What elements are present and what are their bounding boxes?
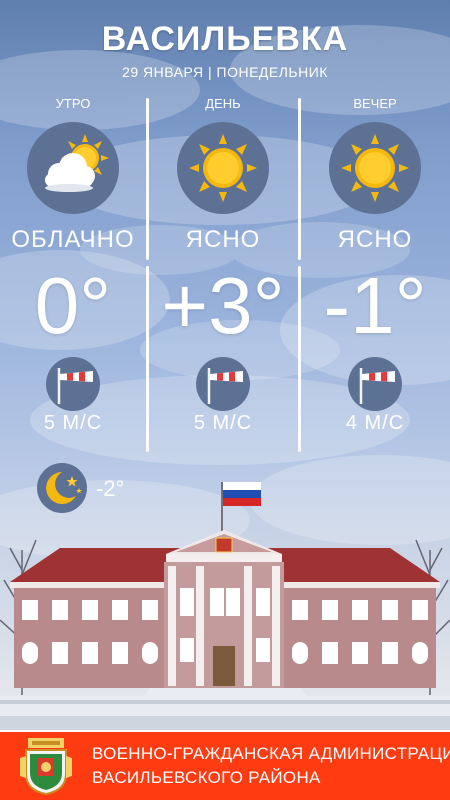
forecast-morning: УТРО ОБЛАЧНО 0° 5 М/С xyxy=(0,0,146,450)
temperature-value: 0° xyxy=(34,261,112,350)
temperature-value: -1° xyxy=(323,261,427,350)
wind-speed: 5 М/С xyxy=(193,412,253,434)
condition-label: ЯСНО xyxy=(185,226,261,253)
administration-name: ВОЕННО-ГРАЖДАНСКАЯ АДМИНИСТРАЦИЯ ВАСИЛЬЕ… xyxy=(92,742,450,790)
column-divider xyxy=(298,266,301,452)
condition-label: ЯСНО xyxy=(337,226,413,253)
footer-line-2: ВАСИЛЬЕВСКОГО РАЙОНА xyxy=(92,768,321,787)
temperature-value: +3° xyxy=(161,261,285,350)
column-divider xyxy=(298,98,301,260)
weather-screen: ВАСИЛЬЕВКА 29 ЯНВАРЯ | ПОНЕДЕЛЬНИК УТРО xyxy=(0,0,450,800)
windsock-icon xyxy=(348,357,402,411)
column-divider xyxy=(146,98,149,260)
sun-icon xyxy=(329,122,421,214)
windsock-icon xyxy=(46,357,100,411)
period-label: УТРО xyxy=(55,96,91,111)
partly-cloudy-icon xyxy=(27,122,119,214)
sun-icon xyxy=(177,122,269,214)
column-divider xyxy=(146,266,149,452)
footer-banner: ВОЕННО-ГРАЖДАНСКАЯ АДМИНИСТРАЦИЯ ВАСИЛЬЕ… xyxy=(0,730,450,800)
windsock-icon xyxy=(196,357,250,411)
forecast-day: ДЕНЬ ЯСНО +3° 5 М/С xyxy=(150,0,296,450)
administration-building-scene xyxy=(0,482,450,730)
wind-speed: 4 М/С xyxy=(345,412,405,434)
footer-line-1: ВОЕННО-ГРАЖДАНСКАЯ АДМИНИСТРАЦИЯ xyxy=(92,744,450,763)
period-label: ДЕНЬ xyxy=(205,96,241,111)
coat-of-arms-icon xyxy=(20,738,72,796)
period-label: ВЕЧЕР xyxy=(353,96,397,111)
forecast-evening: ВЕЧЕР ЯСНО -1° 4 М/С xyxy=(302,0,448,450)
condition-label: ОБЛАЧНО xyxy=(11,226,135,253)
wind-speed: 5 М/С xyxy=(43,412,103,434)
